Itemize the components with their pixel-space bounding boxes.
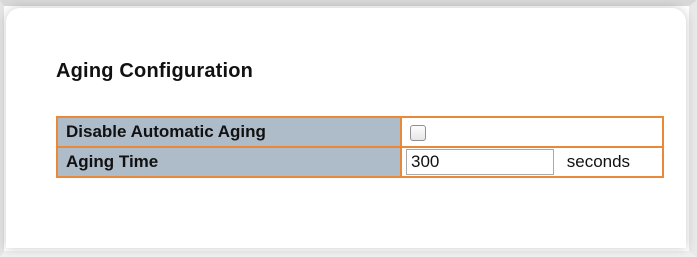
disable-automatic-aging-label: Disable Automatic Aging [56, 116, 402, 148]
disable-automatic-aging-checkbox[interactable] [410, 124, 426, 141]
section-title: Aging Configuration [56, 60, 254, 82]
aging-time-input[interactable] [406, 149, 554, 175]
table-row-aging-time: Aging Time seconds [56, 146, 664, 178]
aging-time-label: Aging Time [56, 146, 402, 178]
table-row-disable-automatic-aging: Disable Automatic Aging [56, 116, 664, 148]
aging-config-table: Disable Automatic Aging Aging Time secon… [56, 116, 664, 178]
disable-automatic-aging-cell [400, 116, 664, 148]
aging-time-cell: seconds [400, 146, 664, 178]
aging-time-unit: seconds [566, 152, 631, 171]
page: Aging Configuration Disable Automatic Ag… [0, 0, 697, 257]
